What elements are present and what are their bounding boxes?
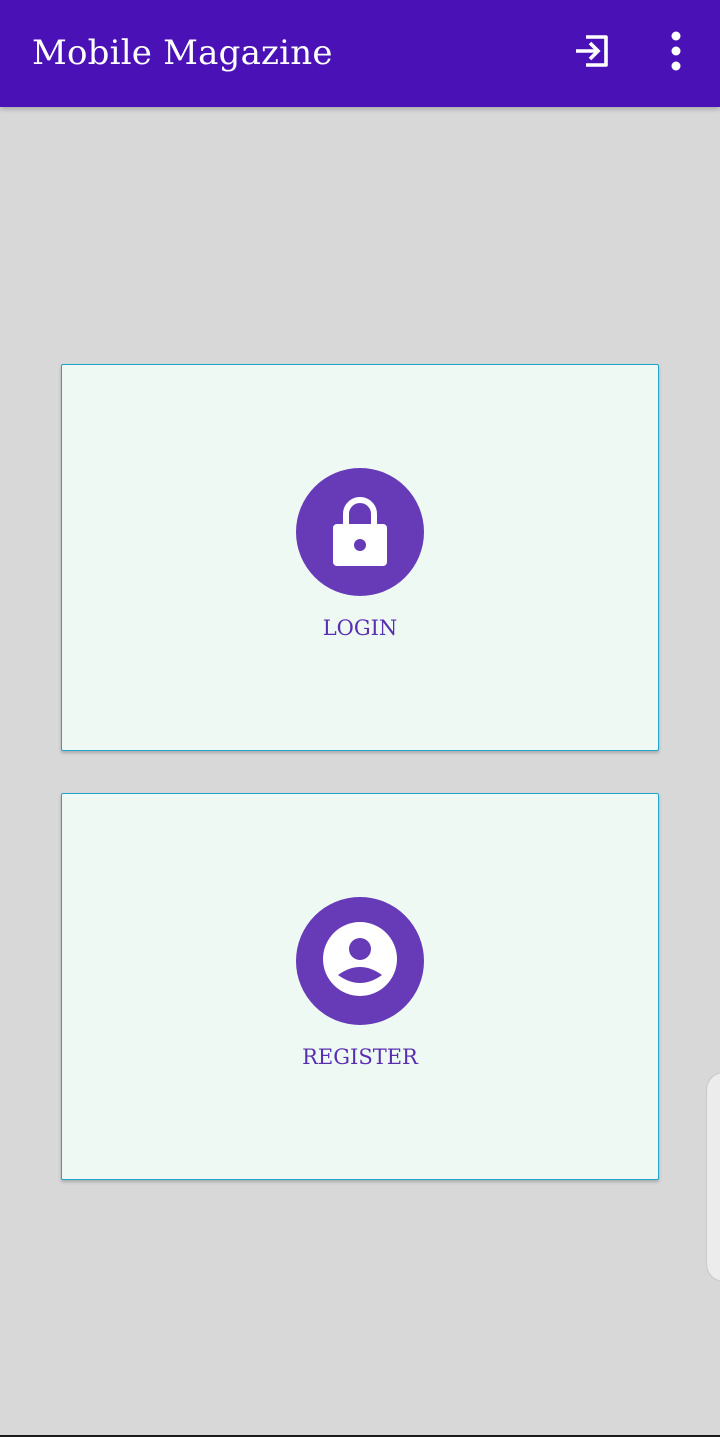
more-vertical-icon	[670, 31, 682, 75]
login-label: LOGIN	[322, 616, 398, 640]
account-circle-icon	[322, 921, 398, 1001]
app-title: Mobile Magazine	[32, 33, 333, 73]
lock-icon	[328, 490, 392, 574]
register-label: REGISTER	[302, 1045, 418, 1069]
login-card[interactable]: LOGIN	[61, 364, 659, 751]
overflow-menu-button[interactable]	[646, 23, 706, 83]
register-card[interactable]: REGISTER	[61, 793, 659, 1180]
edge-panel-handle[interactable]	[706, 1072, 720, 1282]
login-icon-circle	[296, 468, 424, 596]
login-action-button[interactable]	[562, 23, 622, 83]
login-arrow-icon	[572, 31, 612, 75]
register-icon-circle	[296, 897, 424, 1025]
app-bar: Mobile Magazine	[0, 0, 720, 107]
